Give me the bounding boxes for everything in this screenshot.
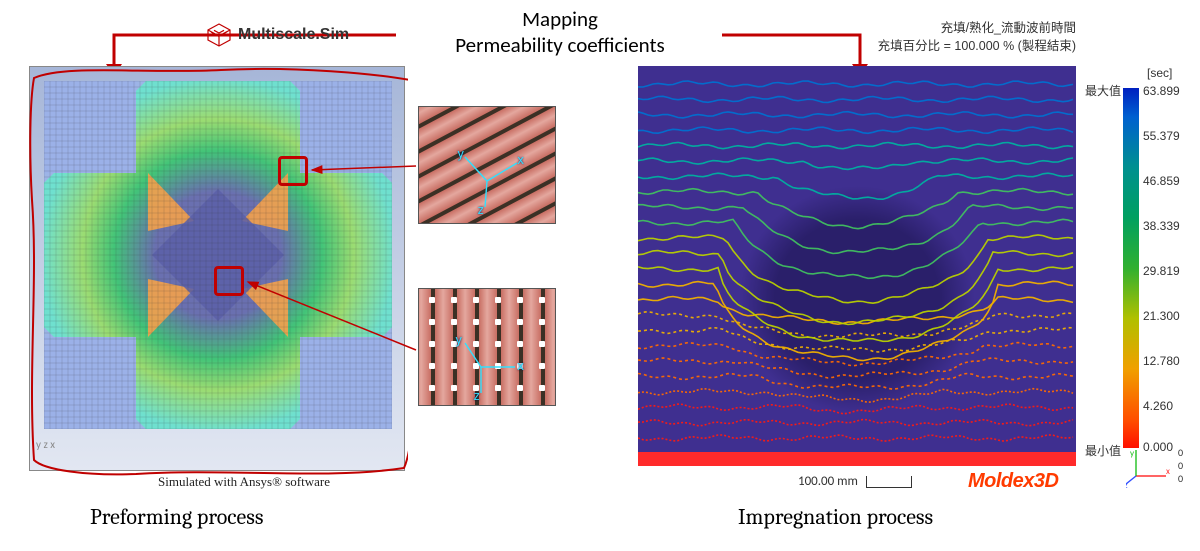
- swatch1-z: z: [477, 203, 484, 217]
- cbar-tick-6: 12.780: [1143, 354, 1180, 368]
- cbar-tick-5: 21.300: [1143, 309, 1180, 323]
- moldex3d-logo: Moldex3D: [968, 470, 1058, 493]
- svg-text:z: z: [1126, 480, 1128, 488]
- caption-preforming: Preforming process: [90, 504, 264, 530]
- preforming-mesh: [44, 81, 392, 429]
- triad-zero-2: 0: [1178, 472, 1183, 485]
- swatch2-y: y: [455, 333, 462, 347]
- imp-red-baseline: [638, 452, 1076, 466]
- ruler-icon: [866, 476, 912, 488]
- svg-text:x: x: [1166, 466, 1170, 477]
- swatch2-z: z: [473, 389, 480, 403]
- swatch1-axes-icon: [419, 107, 556, 224]
- cbar-tick-4: 29.819: [1143, 264, 1180, 278]
- cbar-unit: [sec]: [1147, 66, 1172, 80]
- moldex-suffix: 3D: [1034, 470, 1059, 492]
- swatch2-axes-icon: [419, 289, 556, 406]
- multiscale-text: Multiscale.Sim: [238, 26, 349, 44]
- flowfront-svg: [638, 66, 1076, 466]
- swatch2-x: x: [517, 359, 524, 373]
- colorbar: [sec] 最大值 最小值 63.899 55.379 46.859 38.33…: [1087, 72, 1192, 466]
- cbar-tick-8: 0.000: [1143, 440, 1173, 454]
- multiscale-cube-icon: [206, 22, 232, 48]
- cbar-gradient: [1123, 88, 1139, 448]
- cbar-tick-2: 46.859: [1143, 174, 1180, 188]
- scale-label: 100.00 mm: [798, 474, 858, 489]
- scale-bar: 100.00 mm: [798, 474, 912, 489]
- moldex-text: Moldex: [968, 470, 1034, 492]
- cbar-tick-7: 4.260: [1143, 399, 1173, 413]
- mapping-header: Mapping Permeability coefficients: [400, 6, 720, 59]
- cbar-max-label: 最大值: [1085, 82, 1121, 99]
- cbar-tick-1: 55.379: [1143, 129, 1180, 143]
- multiscale-sim-logo: Multiscale.Sim: [206, 22, 349, 48]
- swatch1-x: x: [517, 153, 524, 167]
- caption-impregnation: Impregnation process: [738, 504, 933, 530]
- swatch1-y: y: [457, 147, 464, 161]
- preforming-panel: [29, 66, 405, 471]
- cbar-min-label: 最小值: [1085, 442, 1121, 459]
- mapping-line1: Mapping: [400, 6, 720, 32]
- cbar-tick-0: 63.899: [1143, 84, 1180, 98]
- mapping-line2: Permeability coefficients: [400, 32, 720, 58]
- cbar-tick-3: 38.339: [1143, 219, 1180, 233]
- weave-swatch-diagonal: x y z: [418, 106, 556, 224]
- ansys-note: Simulated with Ansys® software: [158, 474, 330, 490]
- weave-swatch-orthogonal: x y z: [418, 288, 556, 406]
- triad-left-icon: y z x: [36, 438, 55, 451]
- preform-fem-svg: [44, 81, 392, 429]
- impregnation-panel: [638, 66, 1076, 466]
